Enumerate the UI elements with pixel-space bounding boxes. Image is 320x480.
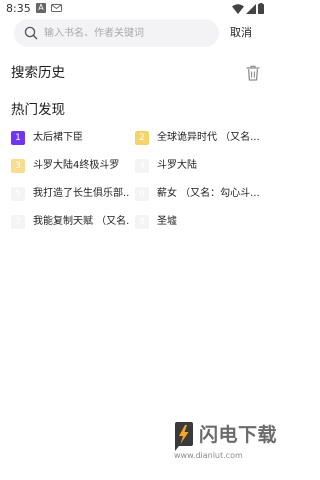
hot-item-title: 薪女 （又名：勾心斗... (157, 188, 260, 199)
search-history-title: 搜索历史 (11, 65, 65, 81)
watermark-url: www.dianlut.com (174, 451, 243, 460)
hot-item[interactable]: 8 圣墟 (135, 213, 265, 231)
watermark-brand: 闪电下载 (199, 424, 278, 446)
hot-item-title: 斗罗大陆4终极斗罗 (33, 160, 120, 171)
search-icon (24, 26, 38, 40)
hot-item[interactable]: 2 全球诡异时代 （又名... (135, 129, 265, 147)
status-right-icons (232, 3, 264, 14)
rank-badge: 7 (11, 215, 25, 229)
rank-badge: 6 (135, 187, 149, 201)
rank-badge: 4 (135, 159, 149, 173)
rank-badge: 5 (11, 187, 25, 201)
battery-icon (258, 3, 264, 14)
rank-badge: 8 (135, 215, 149, 229)
notification-a-icon: A (36, 3, 46, 13)
watermark: 闪电下载 www.dianlut.com (172, 420, 277, 466)
mail-notification-icon (51, 4, 62, 12)
hot-item[interactable]: 6 薪女 （又名：勾心斗... (135, 185, 265, 203)
wifi-icon (232, 3, 244, 14)
cellular-signal-icon (246, 3, 256, 14)
hot-discoveries-title: 热门发现 (11, 102, 65, 118)
search-input[interactable] (44, 19, 209, 47)
hot-item-title: 斗罗大陆 (157, 160, 197, 171)
hot-item[interactable]: 7 我能复制天赋 （又名... (11, 213, 129, 231)
hot-item[interactable]: 3 斗罗大陆4终极斗罗 (11, 157, 129, 175)
trash-icon[interactable] (246, 65, 260, 81)
rank-badge: 1 (11, 131, 25, 145)
hot-item-title: 我打造了长生俱乐部... (33, 188, 129, 199)
search-box[interactable] (14, 19, 219, 47)
hot-item[interactable]: 1 太后裙下臣 (11, 129, 129, 147)
status-bar: 8:35 A (0, 0, 270, 18)
hot-item[interactable]: 4 斗罗大陆 (135, 157, 265, 175)
rank-badge: 3 (11, 159, 25, 173)
hot-item-title: 圣墟 (157, 216, 177, 227)
cancel-button[interactable]: 取消 (230, 24, 252, 42)
lightning-logo-icon (175, 422, 193, 451)
hot-item-title: 我能复制天赋 （又名... (33, 216, 129, 227)
rank-badge: 2 (135, 131, 149, 145)
status-time: 8:35 (6, 2, 31, 15)
hot-item-title: 全球诡异时代 （又名... (157, 132, 260, 143)
hot-item[interactable]: 5 我打造了长生俱乐部... (11, 185, 129, 203)
hot-item-title: 太后裙下臣 (33, 132, 83, 143)
